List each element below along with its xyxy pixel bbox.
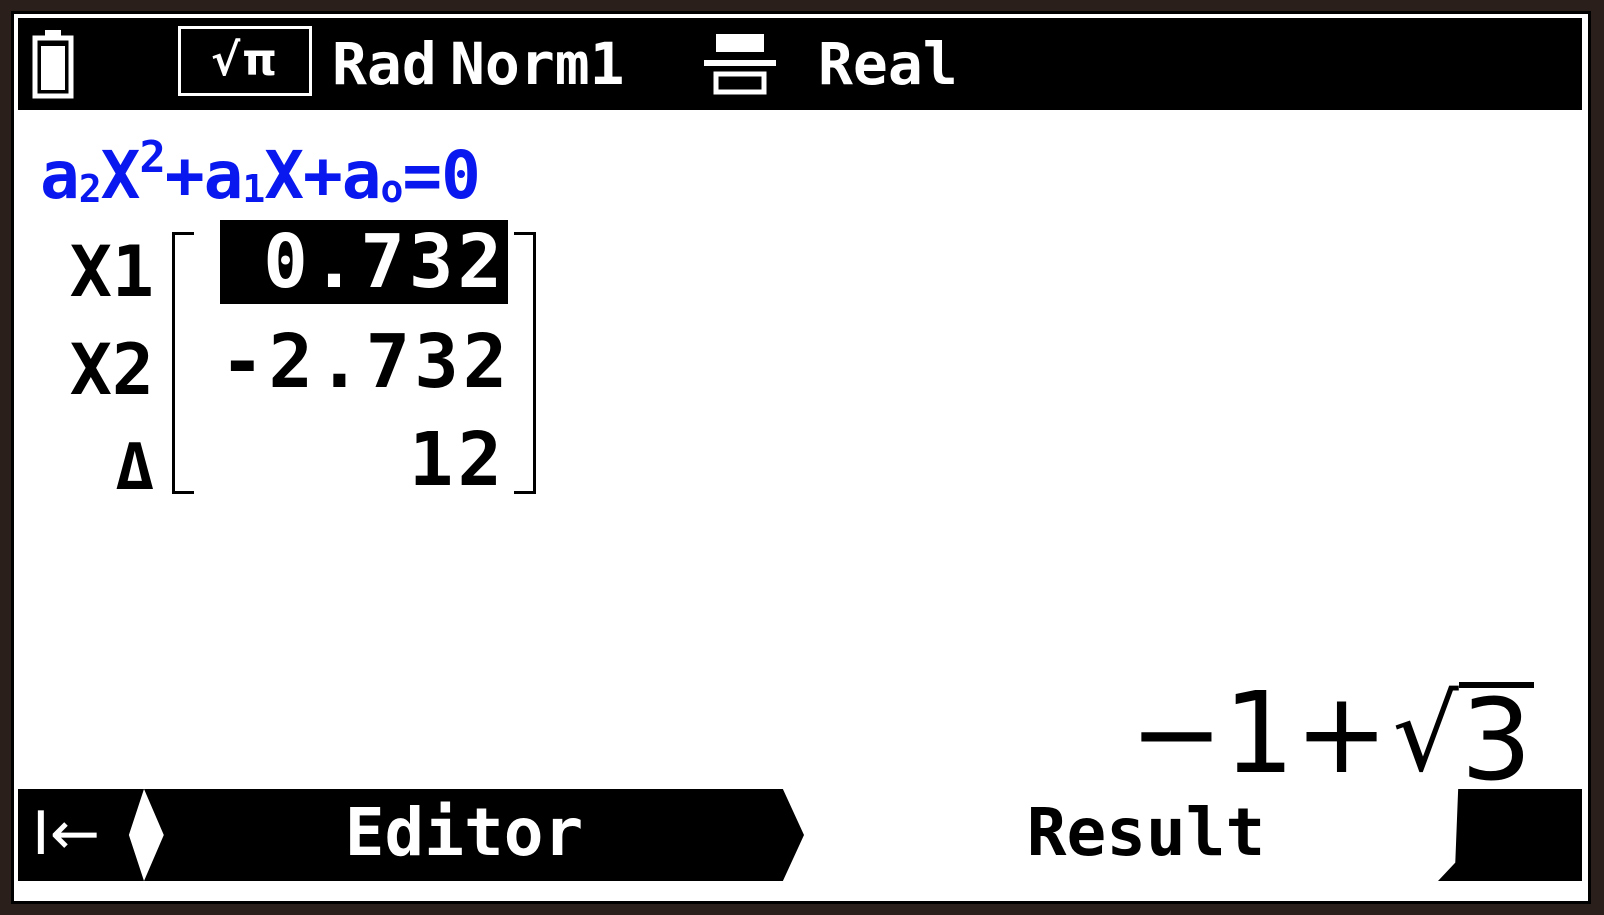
exact-value-radicand: 3 [1458,676,1534,806]
tab-editor[interactable]: Editor [144,789,804,881]
fraction-format-icon [704,34,776,95]
back-button[interactable]: I← [18,789,144,881]
result-cell-x2[interactable]: -2.732 [220,320,508,404]
result-cell-discriminant[interactable]: 12 [220,418,508,502]
exact-value-prefix: −1+ [1129,669,1389,799]
back-arrow-icon: I← [32,799,100,869]
result-label-discriminant: Δ [115,431,154,505]
matrix-bracket-left [172,232,194,494]
result-cell-x1-selected[interactable]: 0.732 [220,220,508,304]
calculator-screen: √π Rad Norm1 Real a2X2+a1X+ao=0 X1 X2 Δ … [11,11,1591,904]
math-io-indicator: √π [178,26,312,96]
battery-icon [32,30,74,99]
result-label-x2: X2 [69,329,154,411]
result-label-x1: X1 [69,231,154,313]
complex-mode-indicator: Real [818,30,958,98]
exact-value-display: −1+ √ 3 [1129,669,1534,806]
matrix-bracket-right [514,232,536,494]
softkey-blank[interactable] [1438,789,1582,881]
display-mode-indicator: Norm1 [450,30,625,98]
status-bar: √π Rad Norm1 Real [18,18,1582,110]
tab-result[interactable]: Result [916,789,1376,881]
equation-form-title: a2X2+a1X+ao=0 [40,132,481,214]
softkey-bar: I← Editor Result [18,789,1582,893]
angle-mode-indicator: Rad [332,30,437,98]
sqrt-symbol: √ [1392,673,1459,795]
